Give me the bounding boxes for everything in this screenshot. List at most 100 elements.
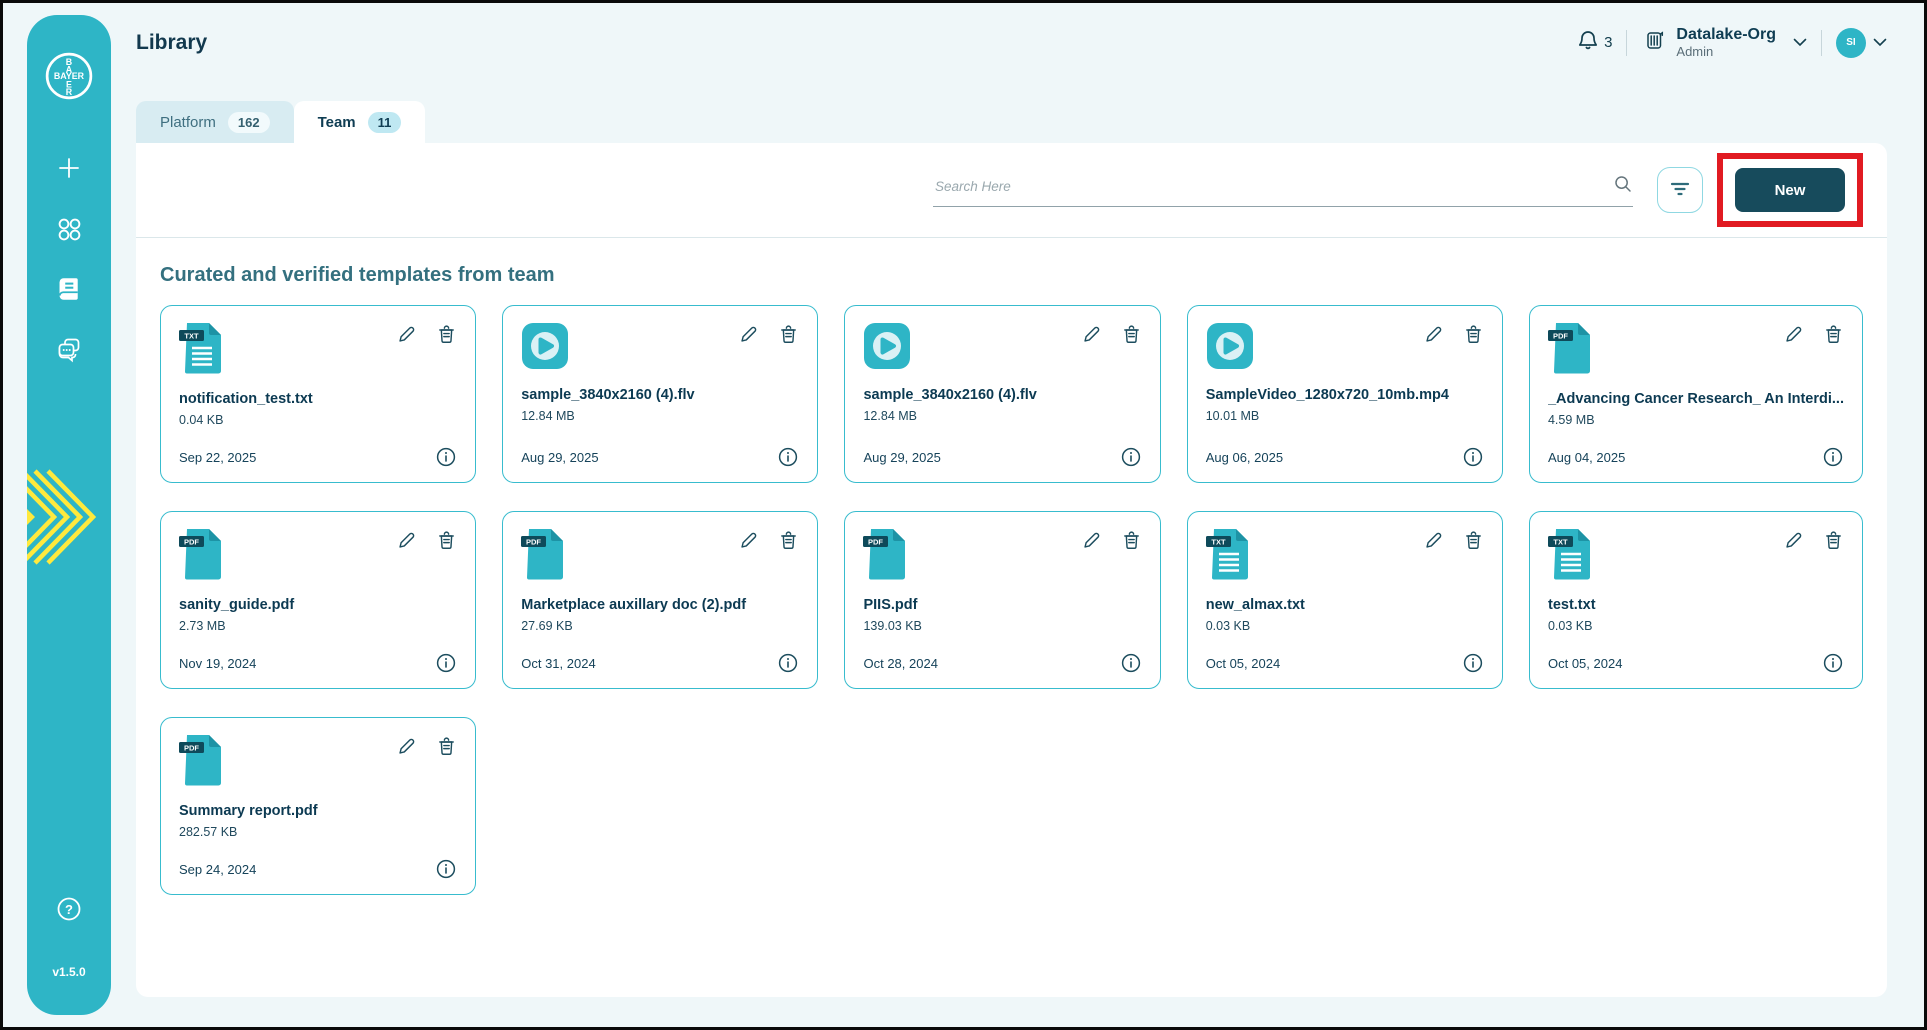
edit-button[interactable]	[1082, 324, 1103, 345]
file-size: 0.04 KB	[179, 413, 224, 427]
file-name: sample_3840x2160 (4).flv	[863, 387, 1037, 403]
info-button[interactable]	[1462, 652, 1484, 674]
trash-icon	[1823, 325, 1844, 348]
new-button[interactable]: New	[1735, 168, 1845, 212]
delete-button[interactable]	[1121, 530, 1142, 551]
edit-button[interactable]	[739, 324, 760, 345]
info-button[interactable]	[1822, 652, 1844, 674]
file-size: 2.73 MB	[179, 619, 226, 633]
template-card[interactable]: TXT	[1186, 511, 1503, 689]
file-size: 12.84 MB	[521, 409, 575, 423]
edit-button[interactable]	[1424, 324, 1445, 345]
card-bottom: Oct 05, 2024	[1206, 652, 1484, 674]
user-menu[interactable]: SI	[1836, 27, 1887, 58]
edit-button[interactable]	[1784, 530, 1805, 551]
file-size: 282.57 KB	[179, 825, 238, 839]
pencil-icon	[739, 326, 760, 348]
search-icon[interactable]	[1613, 174, 1633, 199]
sidebar-item-apps[interactable]	[55, 215, 83, 248]
template-card[interactable]: PDF	[160, 511, 477, 689]
template-card[interactable]: TXT	[1528, 511, 1863, 689]
card-actions	[397, 528, 457, 551]
delete-button[interactable]	[1463, 530, 1484, 551]
info-button[interactable]	[435, 446, 457, 468]
info-button[interactable]	[777, 446, 799, 468]
org-selector[interactable]: Datalake-Org Admin	[1641, 26, 1807, 59]
tab-team[interactable]: Team 11	[293, 101, 426, 143]
template-card[interactable]: PDF	[502, 511, 819, 689]
info-icon	[435, 859, 457, 883]
template-card[interactable]: PDF	[844, 511, 1161, 689]
main-area: Library 3 Datalake-Org Admin SI Platform…	[136, 3, 1887, 1027]
delete-button[interactable]	[436, 530, 457, 551]
template-card[interactable]: sample_3840x2160 (4).flv 12.84 MB Aug 29…	[502, 305, 819, 483]
notifications-button[interactable]: 3	[1576, 28, 1612, 57]
sidebar-item-chat[interactable]	[55, 335, 83, 368]
edit-button[interactable]	[1424, 530, 1445, 551]
video-file-icon	[1206, 322, 1254, 375]
info-icon	[1462, 447, 1484, 471]
delete-button[interactable]	[436, 324, 457, 345]
info-button[interactable]	[777, 652, 799, 674]
video-file-icon	[863, 322, 911, 375]
sidebar-item-help[interactable]: ?	[54, 894, 84, 929]
file-size: 12.84 MB	[863, 409, 917, 423]
template-card[interactable]: PDF	[1528, 305, 1863, 483]
trash-icon	[778, 325, 799, 348]
yellow-chevrons-decoration	[27, 453, 99, 588]
svg-text:PDF: PDF	[526, 538, 541, 547]
bayer-cross-logo: BAYER B A E R	[44, 51, 94, 101]
delete-button[interactable]	[436, 736, 457, 757]
filter-button[interactable]	[1657, 167, 1703, 213]
card-actions	[739, 528, 799, 551]
info-button[interactable]	[1822, 446, 1844, 468]
tab-platform[interactable]: Platform 162	[136, 101, 294, 143]
pencil-icon	[1424, 532, 1445, 554]
avatar: SI	[1836, 27, 1866, 58]
file-name: notification_test.txt	[179, 391, 313, 407]
file-date: Aug 04, 2025	[1547, 449, 1626, 465]
info-button[interactable]	[1120, 652, 1142, 674]
template-card[interactable]: sample_3840x2160 (4).flv 12.84 MB Aug 29…	[844, 305, 1161, 483]
info-icon	[777, 653, 799, 677]
card-actions	[1784, 528, 1844, 551]
info-button[interactable]	[1462, 446, 1484, 468]
search-input[interactable]	[933, 177, 1613, 195]
delete-button[interactable]	[1823, 530, 1844, 551]
sidebar: BAYER B A E R ? v1.5.0	[27, 15, 111, 1015]
file-size: 139.03 KB	[863, 619, 922, 633]
info-icon	[1120, 653, 1142, 677]
edit-button[interactable]	[397, 324, 418, 345]
template-card[interactable]: SampleVideo_1280x720_10mb.mp4 10.01 MB A…	[1186, 305, 1503, 483]
delete-button[interactable]	[778, 530, 799, 551]
card-bottom: Nov 19, 2024	[179, 652, 457, 674]
pencil-icon	[1424, 326, 1445, 348]
delete-button[interactable]	[1463, 324, 1484, 345]
apps-grid-icon	[55, 215, 83, 248]
txt-file-icon: TXT	[179, 322, 223, 379]
card-bottom: Oct 05, 2024	[1548, 652, 1844, 674]
edit-button[interactable]	[1082, 530, 1103, 551]
info-button[interactable]	[435, 652, 457, 674]
section-title: Curated and verified templates from team	[160, 264, 555, 286]
delete-button[interactable]	[778, 324, 799, 345]
tab-team-label: Team	[317, 113, 356, 131]
card-top: PDF	[179, 528, 457, 585]
info-button[interactable]	[1120, 446, 1142, 468]
template-card[interactable]: TXT	[160, 305, 477, 483]
delete-button[interactable]	[1823, 324, 1844, 345]
edit-button[interactable]	[397, 530, 418, 551]
sidebar-item-new[interactable]	[56, 155, 82, 186]
file-date: Aug 06, 2025	[1205, 449, 1284, 465]
delete-button[interactable]	[1121, 324, 1142, 345]
sidebar-item-library[interactable]	[55, 275, 83, 308]
file-size: 0.03 KB	[1205, 619, 1251, 633]
info-button[interactable]	[435, 858, 457, 880]
edit-button[interactable]	[1784, 324, 1805, 345]
svg-text:TXT: TXT	[1553, 538, 1568, 547]
file-size: 27.69 KB	[521, 619, 573, 633]
edit-button[interactable]	[397, 736, 418, 757]
template-card[interactable]: PDF	[160, 717, 477, 895]
file-name: Summary report.pdf	[179, 803, 318, 819]
edit-button[interactable]	[739, 530, 760, 551]
